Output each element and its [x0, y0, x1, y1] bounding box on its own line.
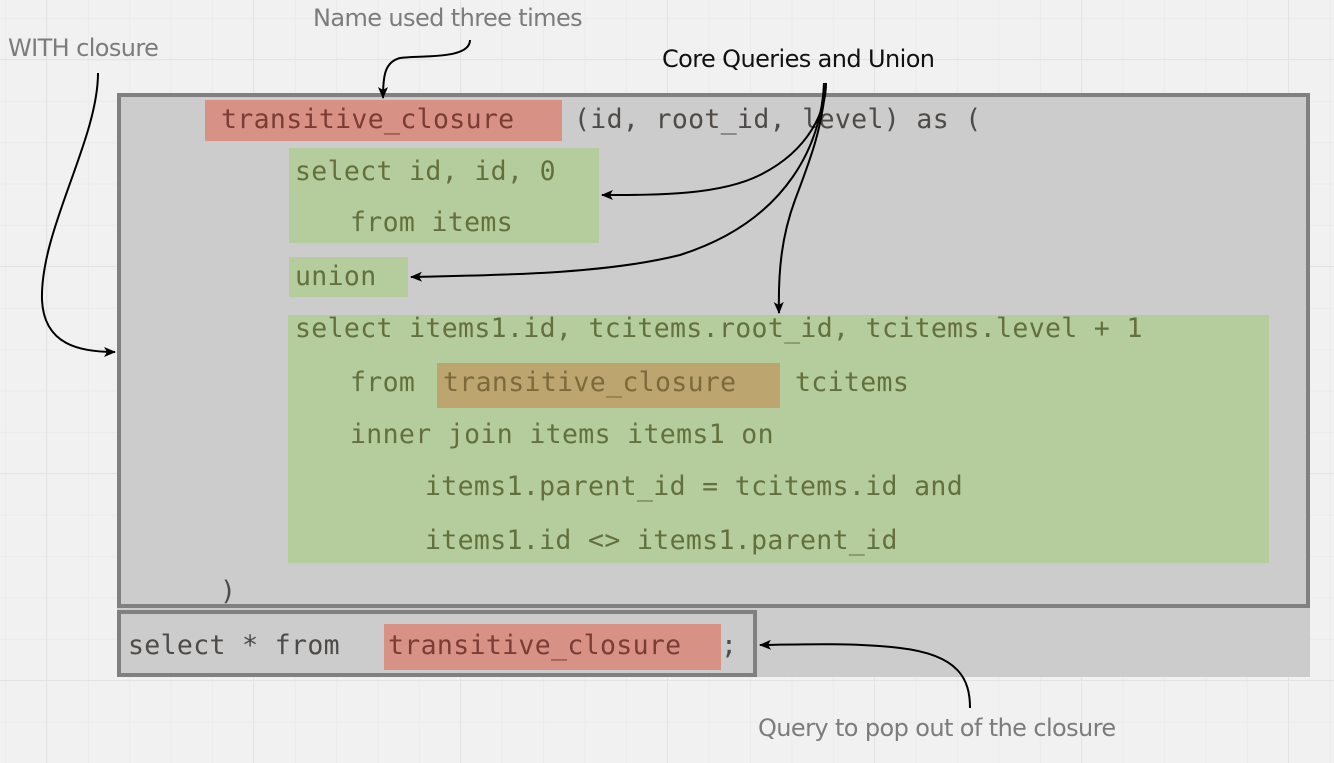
annotation-pop-out: Query to pop out of the closure — [758, 714, 1116, 742]
final-semicolon: ; — [721, 630, 738, 661]
recursive-select: select items1.id, tcitems.root_id, tcite… — [295, 313, 1143, 344]
recursive-cond1: items1.parent_id = tcitems.id and — [425, 471, 964, 502]
recursive-alias: tcitems — [795, 367, 910, 398]
anchor-from: from items — [350, 207, 514, 238]
cte-name: transitive_closure — [221, 104, 515, 135]
recursive-from-keyword: from — [350, 367, 416, 398]
recursive-ref: transitive_closure — [443, 367, 737, 398]
cte-signature: (id, root_id, level) as ( — [574, 104, 982, 135]
annotation-with-closure: WITH closure — [8, 34, 159, 62]
recursive-cond2: items1.id <> items1.parent_id — [425, 525, 898, 556]
arrow-with-closure — [40, 72, 116, 357]
final-select-prefix: select * from — [128, 630, 340, 661]
final-name: transitive_closure — [388, 630, 682, 661]
union-keyword: union — [295, 261, 377, 292]
annotation-name-used: Name used three times — [313, 4, 583, 32]
close-paren: ) — [220, 576, 237, 607]
arrow-name-used — [378, 39, 471, 99]
annotation-core-queries: Core Queries and Union — [662, 45, 935, 73]
recursive-join: inner join items items1 on — [350, 419, 774, 450]
anchor-select: select id, id, 0 — [295, 156, 556, 187]
